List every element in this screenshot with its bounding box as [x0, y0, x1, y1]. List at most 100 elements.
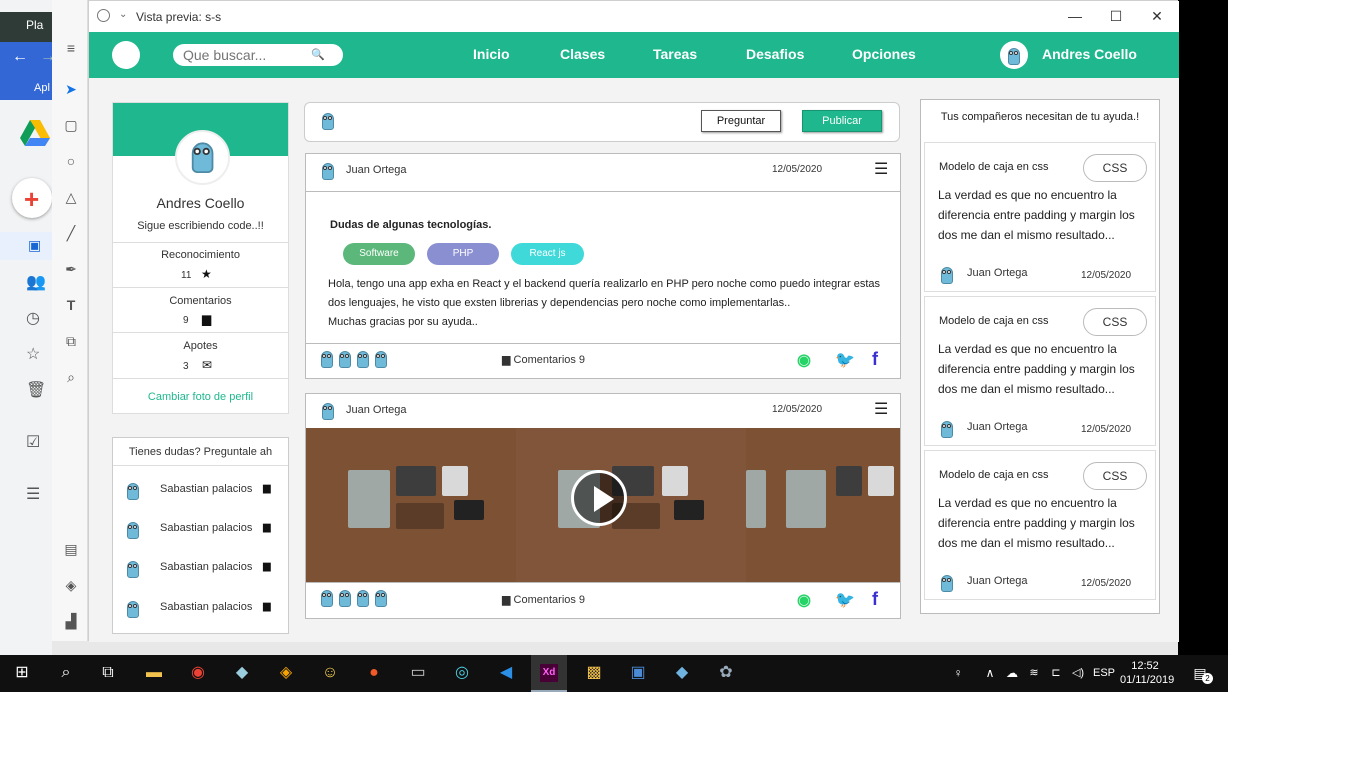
recent-icon[interactable]: ◷ — [26, 308, 40, 328]
question-card[interactable]: Modelo de caja en css CSS La verdad es q… — [924, 450, 1156, 600]
app-icon[interactable]: ◎ — [452, 663, 472, 683]
hamburger-icon[interactable]: ≡ — [64, 41, 78, 55]
app-icon[interactable]: ▩ — [584, 663, 604, 683]
record-icon[interactable] — [97, 9, 110, 22]
list-item[interactable]: Sabastian palacios ▆ — [126, 598, 276, 618]
assets-icon[interactable]: ▤ — [64, 542, 78, 556]
tag-software[interactable]: Software — [343, 243, 415, 265]
chat-icon[interactable]: ▆ — [263, 561, 271, 572]
app-icon[interactable]: ◆ — [672, 663, 692, 683]
windows-start-icon[interactable]: ⊞ — [12, 663, 32, 683]
question-badge[interactable]: CSS — [1083, 154, 1147, 182]
back-arrow-icon[interactable]: ← — [12, 48, 28, 66]
facebook-icon[interactable]: f — [872, 589, 878, 610]
video-player[interactable] — [306, 428, 900, 582]
comments-link[interactable]: ▆ Comentarios 9 — [502, 593, 585, 606]
change-photo-link[interactable]: Cambiar foto de perfil — [113, 391, 288, 403]
nav-link-opciones[interactable]: Opciones — [852, 46, 916, 62]
volume-icon[interactable]: ◁) — [1068, 663, 1088, 683]
user-avatar[interactable] — [1000, 41, 1028, 69]
question-card[interactable]: Modelo de caja en css CSS La verdad es q… — [924, 296, 1156, 446]
xd-taskbar-item[interactable]: Xd — [531, 655, 567, 692]
question-badge[interactable]: CSS — [1083, 462, 1147, 490]
logo[interactable] — [112, 41, 140, 69]
clock[interactable]: 12:52 01/11/2019 — [1120, 659, 1174, 687]
ellipse-tool-icon[interactable]: ○ — [64, 154, 78, 168]
chat-icon[interactable]: ▆ — [263, 601, 271, 612]
people-icon[interactable]: ♀ — [948, 663, 968, 683]
chevron-down-icon[interactable]: ⌄ — [119, 9, 127, 20]
polygon-tool-icon[interactable]: △ — [64, 190, 78, 204]
plugins-icon[interactable]: ▟ — [64, 614, 78, 628]
search-icon[interactable]: ⌕ — [56, 663, 76, 683]
onedrive-icon[interactable]: ☁ — [1002, 663, 1022, 683]
nav-link-inicio[interactable]: Inicio — [473, 46, 510, 62]
tag-react[interactable]: React js — [511, 243, 584, 265]
app-icon[interactable]: ● — [364, 663, 384, 683]
comments-link[interactable]: ▆ Comentarios 9 — [502, 353, 585, 366]
chat-icon[interactable]: ▆ — [263, 483, 271, 494]
pen-tool-icon[interactable]: ✒ — [64, 262, 78, 276]
terminal-icon[interactable]: ▭ — [408, 663, 428, 683]
trash-icon[interactable]: 🗑 — [26, 380, 46, 400]
user-name[interactable]: Andres Coello — [1042, 46, 1137, 62]
wifi-icon[interactable]: ≋ — [1024, 663, 1044, 683]
whatsapp-icon[interactable]: ◉ — [797, 590, 811, 610]
publish-button[interactable]: Publicar — [802, 110, 882, 132]
question-author[interactable]: Juan Ortega — [967, 267, 1028, 279]
post-author[interactable]: Juan Ortega — [346, 164, 407, 176]
vscode-icon[interactable]: ◀ — [496, 663, 516, 683]
language-indicator[interactable]: ESP — [1093, 667, 1115, 679]
chat-icon[interactable]: ▆ — [263, 522, 271, 533]
network-icon[interactable]: ⊏ — [1046, 663, 1066, 683]
shared-icon[interactable]: 👥 — [26, 272, 46, 292]
select-tool-icon[interactable]: ➤ — [64, 82, 78, 96]
menu-icon[interactable]: ☰ — [874, 159, 888, 179]
profile-avatar[interactable] — [175, 130, 230, 185]
app-icon[interactable]: ✿ — [716, 663, 736, 683]
emoji-app-icon[interactable]: ☺ — [320, 663, 340, 683]
question-badge[interactable]: CSS — [1083, 308, 1147, 336]
post-author[interactable]: Juan Ortega — [346, 404, 407, 416]
apps-label[interactable]: Apl — [34, 82, 50, 94]
rectangle-tool-icon[interactable]: ▢ — [64, 118, 78, 132]
layers-icon[interactable]: ◈ — [64, 578, 78, 592]
whatsapp-icon[interactable]: ◉ — [797, 350, 811, 370]
close-button[interactable]: ✕ — [1137, 5, 1177, 27]
storage-icon[interactable]: ☰ — [26, 484, 40, 504]
list-item[interactable]: Sabastian palacios ▆ — [126, 558, 276, 578]
list-item[interactable]: Sabastian palacios ▆ — [126, 519, 276, 539]
starred-icon[interactable]: ☆ — [26, 344, 40, 364]
file-explorer-icon[interactable]: ▬ — [144, 663, 164, 683]
chevron-up-icon[interactable]: ∧ — [980, 663, 1000, 683]
ask-button[interactable]: Preguntar — [701, 110, 781, 132]
search-input[interactable] — [183, 46, 313, 64]
artboard-tool-icon[interactable]: ⧉ — [64, 334, 78, 348]
line-tool-icon[interactable]: ╱ — [64, 226, 78, 240]
new-button[interactable]: + — [12, 178, 52, 218]
text-tool-icon[interactable]: T — [64, 298, 78, 312]
zoom-tool-icon[interactable]: ⌕ — [64, 370, 78, 384]
search-icon[interactable]: 🔍 — [311, 48, 325, 61]
question-author[interactable]: Juan Ortega — [967, 575, 1028, 587]
chrome-icon[interactable]: ◉ — [188, 663, 208, 683]
maximize-button[interactable]: ☐ — [1096, 5, 1136, 27]
task-view-icon[interactable]: ⧉ — [98, 663, 118, 683]
menu-icon[interactable]: ☰ — [874, 399, 888, 419]
sidebar-item-mydrive[interactable]: ▣ — [0, 232, 52, 260]
play-button[interactable] — [571, 470, 627, 526]
list-item[interactable]: Sabastian palacios ▆ — [126, 480, 276, 500]
backup-icon[interactable]: ☑ — [26, 432, 40, 452]
app-icon[interactable]: ▣ — [628, 663, 648, 683]
question-card[interactable]: Modelo de caja en css CSS La verdad es q… — [924, 142, 1156, 292]
nav-link-tareas[interactable]: Tareas — [653, 46, 697, 62]
twitter-icon[interactable]: 🐦 — [835, 590, 855, 610]
app-icon[interactable]: ◆ — [232, 663, 252, 683]
app-icon[interactable]: ◈ — [276, 663, 296, 683]
twitter-icon[interactable]: 🐦 — [835, 350, 855, 370]
nav-link-desafios[interactable]: Desafios — [746, 46, 804, 62]
minimize-button[interactable]: — — [1055, 5, 1095, 27]
nav-link-clases[interactable]: Clases — [560, 46, 605, 62]
facebook-icon[interactable]: f — [872, 349, 878, 370]
tag-php[interactable]: PHP — [427, 243, 499, 265]
